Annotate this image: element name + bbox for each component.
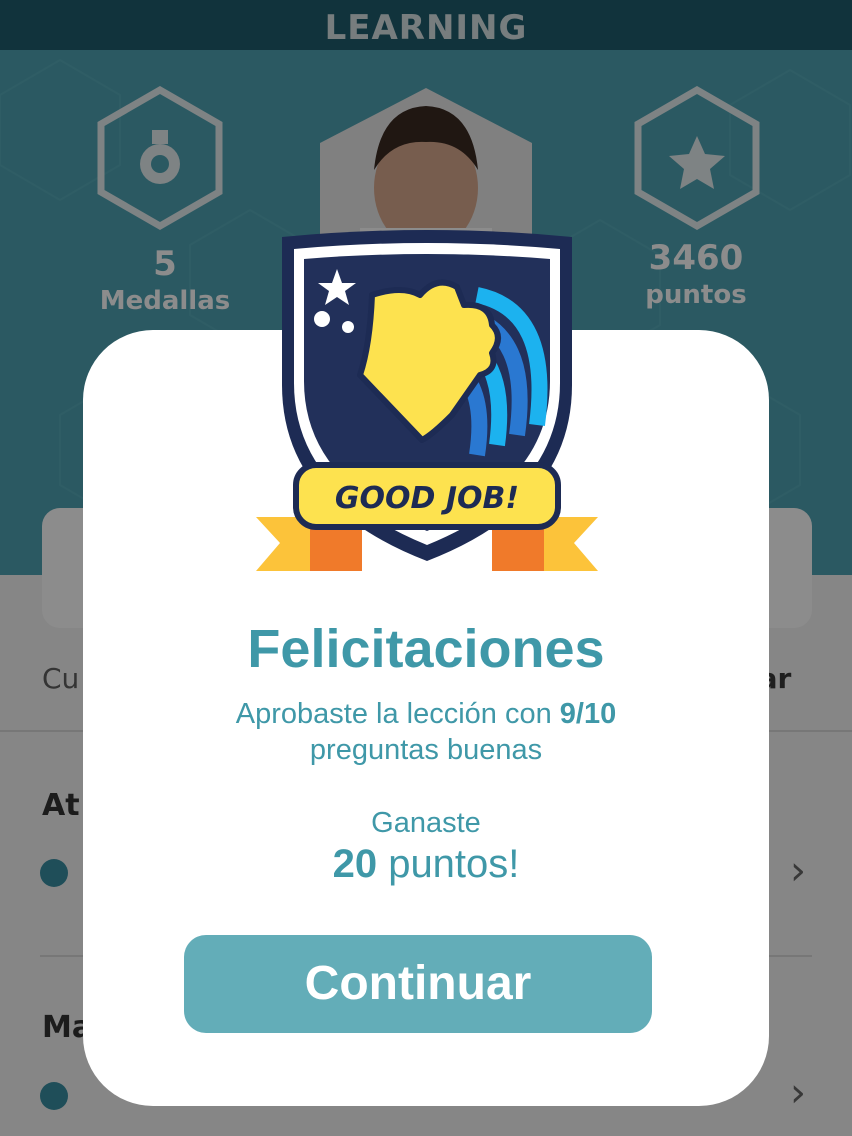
result-prefix: Aprobaste la lección con — [235, 698, 560, 730]
earned-label: Ganaste — [371, 807, 481, 839]
result-line: Aprobaste la lección con 9/10 — [83, 696, 769, 732]
badge-banner-text: GOOD JOB! — [335, 481, 519, 516]
continue-button[interactable]: Continuar — [184, 935, 652, 1033]
earned-points: 20 puntos! — [83, 842, 769, 887]
score-value: 9/10 — [559, 698, 617, 730]
points-suffix: puntos! — [377, 842, 520, 886]
good-job-badge: GOOD JOB! — [256, 230, 598, 571]
result-line-2: preguntas buenas — [309, 734, 543, 766]
modal-title: Felicitaciones — [247, 619, 605, 679]
points-value: 20 — [332, 842, 378, 886]
